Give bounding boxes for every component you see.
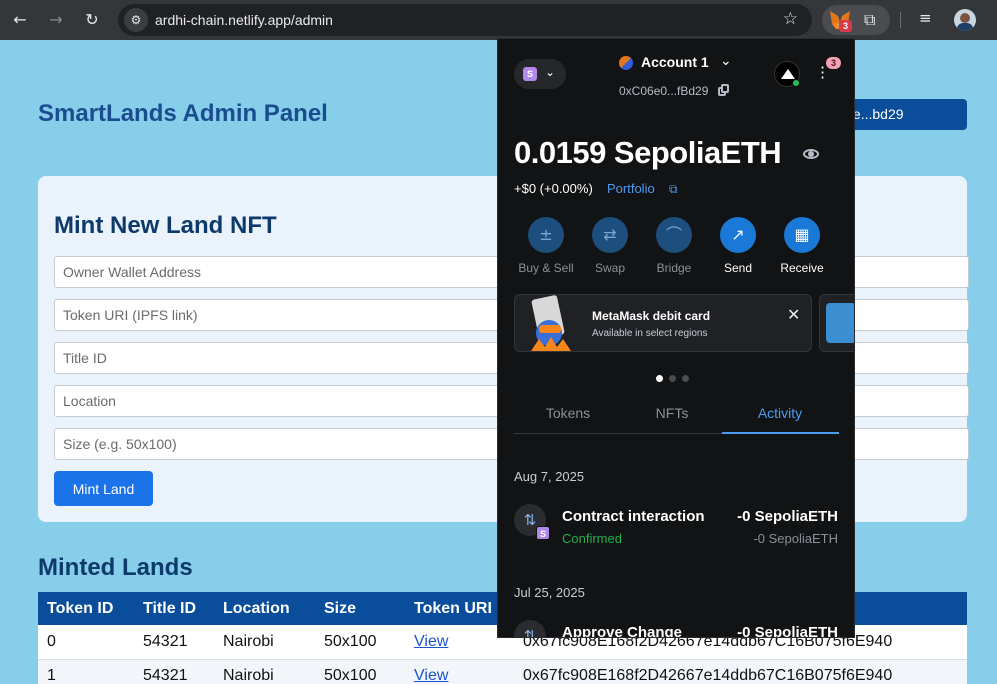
close-icon[interactable]: ✕ [787,305,800,324]
receive-button[interactable]: ▦ Receive [770,217,834,275]
balance-change: +$0 (+0.00%) [514,181,593,196]
account-name[interactable]: Account 1 [641,54,709,70]
action-label: Buy & Sell [518,261,574,275]
extension-badge: 3 [839,20,852,32]
sepolia-network-icon: S [523,67,537,81]
bookmark-star-icon[interactable]: ☆ [783,9,798,29]
chevron-down-icon: ⌄ [545,65,556,79]
size-cell: 50x100 [315,659,405,684]
activity-title[interactable]: Approve Change [562,624,682,637]
copy-icon[interactable] [718,84,730,96]
location-cell: Nairobi [214,659,315,684]
token-uri-cell: View [405,659,514,684]
send-button[interactable]: ↗ Send [706,217,770,275]
next-banner-card[interactable] [819,294,854,352]
column-header: Token ID [38,592,134,625]
banner-title: MetaMask debit card [592,309,711,323]
swap-button[interactable]: ⇄ Swap [578,217,642,275]
profile-avatar[interactable] [954,9,976,31]
location-cell: Nairobi [214,625,315,660]
send-icon: ↗ [720,217,756,253]
table-row: 1 54321 Nairobi 50x100 View 0x67fc908E16… [38,659,967,684]
tab-nfts[interactable]: NFTs [620,405,724,421]
token-id-cell: 1 [38,659,134,684]
debit-card-illustration [531,295,571,351]
activity-amount: -0 SepoliaETH [737,624,838,638]
account-avatar-icon [619,56,633,70]
buy-sell-icon: ± [528,217,564,253]
network-selector[interactable]: S ⌄ [514,59,566,89]
balance-amount: 0.0159 SepoliaETH [514,135,782,170]
activity-date: Jul 25, 2025 [514,585,585,600]
tab-tokens[interactable]: Tokens [516,405,620,421]
metamask-popup: S ⌄ Account 1 ⌄ 0xC06e0...fBd29 · · · 3 0.… [497,38,855,638]
title-id-cell: 54321 [134,625,214,660]
title-id-cell: 54321 [134,659,214,684]
address-bar[interactable]: ⚙ ardhi-chain.netlify.app/admin ☆ [118,4,812,36]
portfolio-link[interactable]: Portfolio [607,181,655,196]
sepolia-network-icon: S [536,526,550,540]
size-cell: 50x100 [315,625,405,660]
extensions-group: 3 ⧉ [822,5,890,35]
debit-card-banner[interactable]: MetaMask debit card Available in select … [514,294,812,352]
media-queue-icon[interactable]: ≡ [919,9,932,27]
carousel-dots[interactable] [656,369,695,387]
swap-icon: ⇄ [592,217,628,253]
bridge-icon: ⌒ [656,217,692,253]
extensions-puzzle-icon[interactable]: ⧉ [864,10,875,30]
url-text[interactable]: ardhi-chain.netlify.app/admin [155,12,333,28]
account-address[interactable]: 0xC06e0...fBd29 [619,84,708,98]
action-label: Swap [594,261,626,275]
external-link-icon[interactable]: ⧉ [669,182,678,197]
activity-date: Aug 7, 2025 [514,469,585,484]
token-id-cell: 0 [38,625,134,660]
receive-icon: ▦ [784,217,820,253]
bridge-button[interactable]: ⌒ Bridge [642,217,706,275]
activity-amount: -0 SepoliaETH [737,508,838,525]
account-chevron-icon[interactable]: ⌄ [720,53,732,69]
activity-status: Confirmed [562,531,622,546]
column-header: Size [315,592,405,625]
notification-badge: 3 [826,57,841,69]
kebab-menu-icon[interactable]: · · · [820,60,825,86]
buy-sell-button[interactable]: ± Buy & Sell [514,217,578,275]
page-title: SmartLands Admin Panel [38,100,328,127]
view-uri-link[interactable]: View [414,633,448,650]
connected-site-icon[interactable] [774,61,800,87]
activity-title[interactable]: Contract interaction [562,508,705,525]
banner-subtitle: Available in select regions [592,328,708,339]
forward-icon[interactable]: → [44,8,68,32]
action-label: Receive [780,261,824,275]
action-label: Send [723,261,753,275]
reload-icon[interactable]: ↻ [80,8,104,32]
mint-form-heading: Mint New Land NFT [54,212,277,239]
back-icon[interactable]: ← [8,8,32,32]
column-header: Title ID [134,592,214,625]
minted-lands-heading: Minted Lands [38,554,193,581]
tab-activity[interactable]: Activity [728,405,832,421]
eye-icon[interactable] [803,149,819,159]
column-header: Location [214,592,315,625]
site-settings-icon[interactable]: ⚙ [124,8,148,32]
approve-change-icon: ⇅ [514,620,546,637]
mint-land-button[interactable]: Mint Land [54,471,153,506]
active-tab-indicator [722,432,839,434]
owner-cell: 0x67fc908E168f2D42667e14ddb67C16B075f6E9… [514,659,967,684]
activity-fiat: -0 SepoliaETH [753,531,838,546]
action-label: Bridge [656,261,692,275]
toolbar-divider [900,12,901,28]
browser-toolbar: ← → ↻ ⚙ ardhi-chain.netlify.app/admin ☆ … [0,0,997,40]
view-uri-link[interactable]: View [414,667,448,684]
